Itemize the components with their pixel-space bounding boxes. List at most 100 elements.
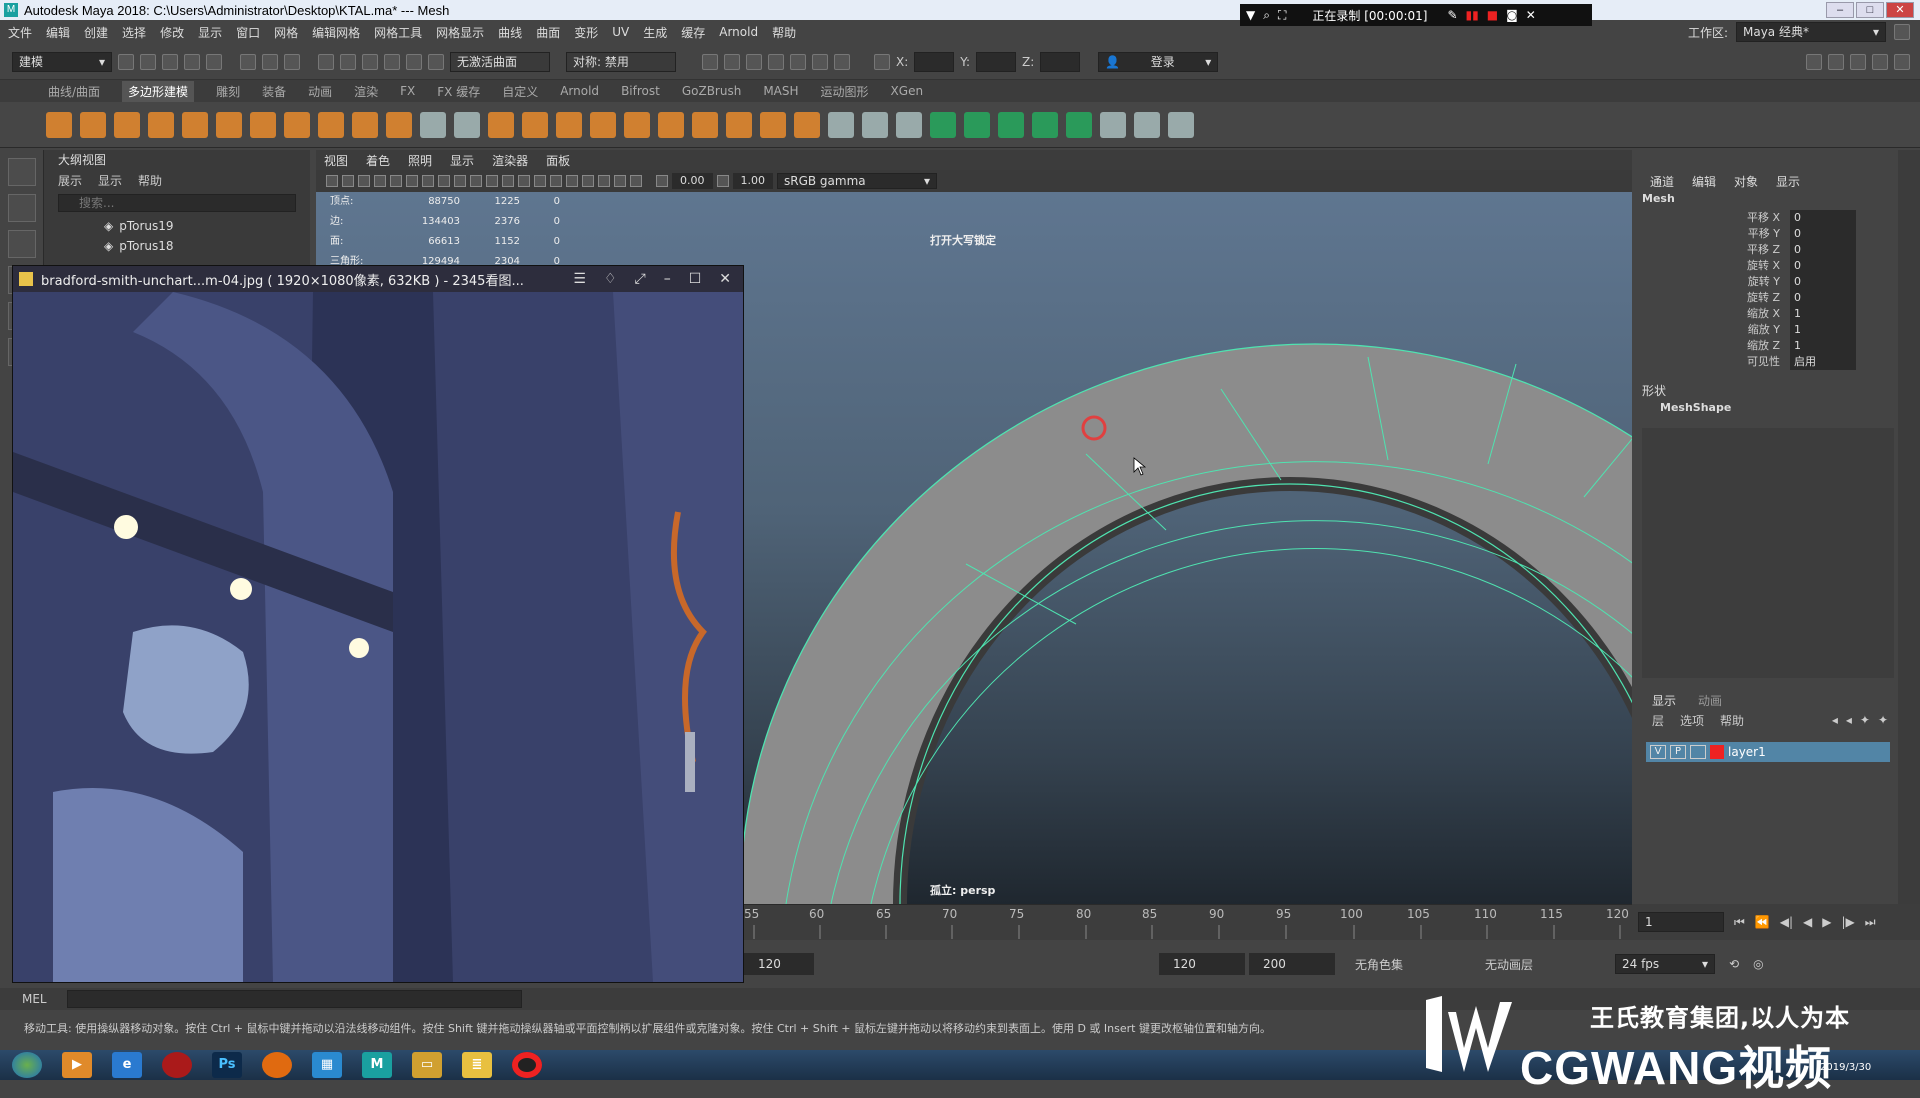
menu-select[interactable]: 选择	[122, 24, 146, 41]
outliner-search-input[interactable]: 搜索...	[58, 194, 296, 212]
new-scene-icon[interactable]	[118, 53, 134, 70]
select-tool-icon[interactable]	[8, 158, 36, 186]
menu-file[interactable]: 文件	[8, 24, 32, 41]
boolean-intersection-icon[interactable]	[590, 111, 616, 138]
attribute-editor-icon[interactable]	[1850, 53, 1866, 70]
channel-box-menu-show[interactable]: 显示	[1776, 173, 1800, 190]
resolution-gate-icon[interactable]	[422, 175, 434, 187]
maximize-button[interactable]: □	[1856, 2, 1884, 18]
transform-mode-icon[interactable]	[874, 53, 890, 70]
tab-gozbrush[interactable]: GoZBrush	[682, 84, 742, 98]
attr-value[interactable]: 0	[1790, 226, 1856, 242]
menu-arnold[interactable]: Arnold	[719, 25, 758, 39]
menu-uv[interactable]: UV	[612, 25, 629, 39]
snap-curve-icon[interactable]	[340, 53, 356, 70]
fps-dropdown[interactable]: 24 fps ▾	[1615, 954, 1715, 974]
attr-value[interactable]: 1	[1790, 306, 1856, 322]
save-scene-icon[interactable]	[162, 53, 178, 70]
layer-visibility-toggle[interactable]: V	[1650, 745, 1666, 759]
snap-point-icon[interactable]	[362, 53, 378, 70]
mirror-icon[interactable]	[624, 111, 650, 138]
menu-mesh[interactable]: 网格	[274, 24, 298, 41]
snap-surface-icon[interactable]	[406, 53, 422, 70]
render-sequence-icon[interactable]	[724, 53, 740, 70]
move-layer-down-icon[interactable]: ◂	[1846, 713, 1852, 727]
start-button-icon[interactable]	[12, 1052, 42, 1078]
attr-row[interactable]: 平移 Z 0	[1640, 242, 1896, 258]
menu-window[interactable]: 窗口	[236, 24, 260, 41]
append-icon[interactable]	[760, 111, 786, 138]
minimize-icon[interactable]: –	[664, 271, 671, 287]
multi-cut-icon[interactable]	[828, 111, 854, 138]
file-explorer-icon[interactable]: ▭	[412, 1052, 442, 1078]
open-scene-icon[interactable]	[140, 53, 156, 70]
bookmark-icon[interactable]	[358, 175, 370, 187]
viewport-menu-renderer[interactable]: 渲染器	[492, 152, 528, 169]
character-set-dropdown[interactable]: 无角色集	[1355, 956, 1475, 973]
tab-custom[interactable]: 自定义	[502, 83, 538, 100]
step-forward-frame-icon[interactable]: |▶	[1842, 915, 1855, 929]
attr-row[interactable]: 平移 Y 0	[1640, 226, 1896, 242]
layer-name[interactable]: layer1	[1728, 745, 1766, 759]
minimize-button[interactable]: –	[1826, 2, 1854, 18]
tab-bifrost[interactable]: Bifrost	[621, 84, 660, 98]
poly-torus-icon[interactable]	[182, 111, 208, 138]
menu-mesh-tools[interactable]: 网格工具	[374, 24, 422, 41]
recorder-app-icon[interactable]	[162, 1052, 192, 1078]
tab-curves-surfaces[interactable]: 曲线/曲面	[48, 83, 100, 100]
login-dropdown[interactable]: 👤 登录 ▾	[1098, 51, 1219, 72]
uv-editor-icon[interactable]	[1100, 111, 1126, 138]
symmetry-dropdown[interactable]: 对称: 禁用	[566, 51, 676, 72]
ambient-occlusion-icon[interactable]	[582, 175, 594, 187]
select-object-icon[interactable]	[262, 53, 278, 70]
new-layer-from-selection-icon[interactable]: ✦	[1878, 713, 1888, 727]
tab-rendering[interactable]: 渲染	[354, 83, 378, 100]
channel-box-menu-channels[interactable]: 通道	[1650, 173, 1674, 190]
paint-select-tool-icon[interactable]	[8, 230, 36, 258]
ipr-icon[interactable]	[746, 53, 762, 70]
separate-icon[interactable]	[454, 111, 480, 138]
camera-icon[interactable]: ◙	[1506, 8, 1518, 22]
attr-value[interactable]: 0	[1790, 242, 1856, 258]
menu-set-dropdown[interactable]: 建模 ▾	[12, 51, 112, 72]
current-frame-field[interactable]: 1	[1638, 912, 1724, 932]
layer-menu-help[interactable]: 帮助	[1720, 712, 1744, 729]
step-back-key-icon[interactable]: ⏪	[1755, 915, 1770, 929]
field-chart-icon[interactable]	[454, 175, 466, 187]
undo-icon[interactable]	[184, 53, 200, 70]
cylindrical-uv-icon[interactable]	[964, 111, 990, 138]
camera-uv-icon[interactable]	[1066, 111, 1092, 138]
channel-box-menu-object[interactable]: 对象	[1734, 173, 1758, 190]
wireframe-icon[interactable]	[486, 175, 498, 187]
firefox-icon[interactable]	[262, 1052, 292, 1078]
channel-box-icon[interactable]	[1894, 53, 1910, 70]
close-icon[interactable]: ✕	[719, 271, 731, 287]
menu-edit-mesh[interactable]: 编辑网格	[312, 24, 360, 41]
menu-curves[interactable]: 曲线	[498, 24, 522, 41]
side-panel-tabs[interactable]	[1898, 150, 1920, 910]
tab-fx-caching[interactable]: FX 缓存	[437, 83, 480, 100]
attr-row[interactable]: 旋转 X 0	[1640, 258, 1896, 274]
attr-row[interactable]: 可见性 启用	[1640, 354, 1896, 370]
boolean-difference-icon[interactable]	[556, 111, 582, 138]
media-player-icon[interactable]: ▶	[62, 1052, 92, 1078]
planar-uv-icon[interactable]	[930, 111, 956, 138]
workspace-dropdown[interactable]: Maya 经典* ▾	[1736, 22, 1886, 42]
outliner-menu-display[interactable]: 显示	[98, 172, 122, 189]
attr-value[interactable]: 0	[1790, 210, 1856, 226]
fullscreen-icon[interactable]: ⤢	[635, 271, 646, 287]
move-layer-up-icon[interactable]: ◂	[1832, 713, 1838, 727]
loop-icon[interactable]: ⟲	[1729, 957, 1739, 971]
exposure-field[interactable]: 0.00	[672, 173, 713, 189]
anim-end-field[interactable]: 120	[1159, 953, 1245, 975]
super-shape-icon[interactable]	[318, 111, 344, 138]
menu-deform[interactable]: 变形	[574, 24, 598, 41]
fill-hole-icon[interactable]	[794, 111, 820, 138]
select-component-icon[interactable]	[284, 53, 300, 70]
layer-row[interactable]: V P layer1	[1646, 742, 1890, 762]
shape-name[interactable]: MeshShape	[1640, 399, 1896, 414]
viewport-menu-view[interactable]: 视图	[324, 152, 348, 169]
mel-label[interactable]: MEL	[22, 992, 47, 1006]
xray-icon[interactable]	[614, 175, 626, 187]
max-frame-field[interactable]: 200	[1249, 953, 1335, 975]
